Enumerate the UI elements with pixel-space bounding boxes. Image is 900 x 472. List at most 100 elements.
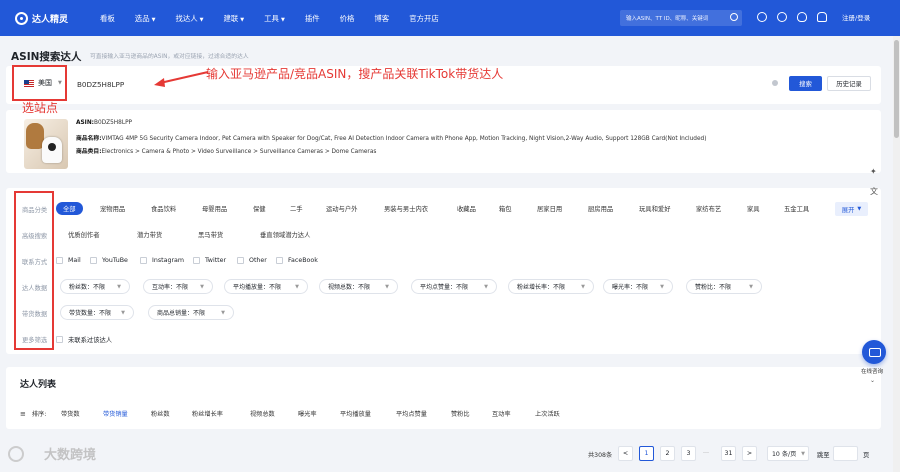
- expand-button[interactable]: 展开 ▼: [835, 202, 868, 216]
- bell-icon[interactable]: [817, 12, 827, 22]
- category-chip[interactable]: 食品饮料: [151, 202, 176, 215]
- pager-page-button[interactable]: 3: [681, 446, 696, 461]
- annotation-arrow: [154, 71, 209, 87]
- filter-select-followers[interactable]: 粉丝数：不限 ▼: [60, 279, 130, 294]
- annotation-asin-hint: 输入亚马逊产品/竞品ASIN，搜产品关联TikTok带货达人: [206, 67, 504, 81]
- chevron-down-icon: ▼: [484, 283, 488, 290]
- pager-ellipsis[interactable]: ···: [703, 450, 709, 457]
- category-chip[interactable]: 男装与男士内衣: [384, 202, 428, 215]
- filter-select-like-ratio[interactable]: 赞粉比：不限 ▼: [686, 279, 762, 294]
- category-chip[interactable]: 母婴用品: [202, 202, 227, 215]
- sort-option[interactable]: 曝光率: [298, 409, 317, 418]
- page-scrollbar[interactable]: [893, 36, 900, 472]
- translate-icon[interactable]: 文: [870, 186, 878, 197]
- nav-item-outreach[interactable]: 建联 ▼: [224, 13, 245, 24]
- nav-item-tools[interactable]: 工具 ▼: [264, 13, 285, 24]
- category-chip[interactable]: 箱包: [499, 202, 512, 215]
- filter-select-videos[interactable]: 视频总数：不限 ▼: [319, 279, 398, 294]
- category-chip[interactable]: 宠物用品: [100, 202, 125, 215]
- category-chip[interactable]: 五金工具: [784, 202, 809, 215]
- filter-select-avg-likes[interactable]: 平均点赞量：不限 ▼: [411, 279, 497, 294]
- sort-option[interactable]: 互动率: [492, 409, 511, 418]
- contact-checkbox-other[interactable]: Other: [237, 257, 267, 264]
- asin-input[interactable]: B0DZ5H8LPP: [77, 80, 124, 89]
- nav-item-find-creators[interactable]: 找达人 ▼: [175, 13, 203, 24]
- sort-option[interactable]: 粉丝数: [151, 409, 170, 418]
- sparkle-icon[interactable]: ✦: [870, 167, 877, 176]
- checkbox-box[interactable]: [90, 257, 97, 264]
- nav-search-input[interactable]: 输入ASIN、TT ID、昵称、关键词: [620, 10, 742, 26]
- advanced-option[interactable]: 潜力带货: [137, 228, 162, 241]
- nav-item-products[interactable]: 选品 ▼: [135, 13, 156, 24]
- nav-item-plugin[interactable]: 插件: [305, 13, 320, 24]
- contact-checkbox-twitter[interactable]: Twitter: [193, 257, 226, 264]
- category-chip[interactable]: 家纺布艺: [696, 202, 721, 215]
- checkbox-box[interactable]: [140, 257, 147, 264]
- online-consult-label[interactable]: 在线咨询: [861, 367, 883, 375]
- lightbulb-icon[interactable]: [797, 12, 807, 22]
- globe-icon[interactable]: [757, 12, 767, 22]
- sort-option-active[interactable]: 带货销量: [103, 409, 128, 418]
- pager-prev-button[interactable]: <: [618, 446, 633, 461]
- filter-select-engagement[interactable]: 互动率：不限 ▼: [143, 279, 213, 294]
- filter-select-follower-growth[interactable]: 粉丝增长率：不限 ▼: [508, 279, 594, 294]
- category-chip[interactable]: 二手: [290, 202, 303, 215]
- clear-icon[interactable]: [772, 80, 778, 86]
- history-button[interactable]: 历史记录: [827, 76, 871, 91]
- sort-option[interactable]: 带货数: [61, 409, 80, 418]
- login-link[interactable]: 注册/登录: [842, 12, 870, 22]
- pager-page-button[interactable]: 1: [639, 446, 654, 461]
- filter-label-contact: 联系方式: [22, 259, 48, 266]
- checkbox-box[interactable]: [56, 336, 63, 343]
- pager-last-button[interactable]: 31: [721, 446, 736, 461]
- headset-icon[interactable]: [777, 12, 787, 22]
- brand-logo[interactable]: 达人精灵: [15, 11, 80, 25]
- search-button[interactable]: 搜索: [789, 76, 822, 91]
- site-selector[interactable]: 美国 ▼: [12, 65, 67, 101]
- contact-checkbox-youtube[interactable]: YouTuBe: [90, 257, 128, 264]
- nav-item-open-store[interactable]: 官方开店: [409, 13, 439, 24]
- checkbox-box[interactable]: [56, 257, 63, 264]
- filter-label-creator-data: 达人数据: [22, 285, 48, 292]
- filter-select-sales-count[interactable]: 带货数量：不限 ▼: [60, 305, 134, 320]
- sort-option[interactable]: 赞粉比: [451, 409, 470, 418]
- nav-item-pricing[interactable]: 价格: [340, 13, 355, 24]
- nav-item-dashboard[interactable]: 看板: [100, 13, 115, 24]
- chevron-down-icon[interactable]: ⌄: [870, 377, 875, 384]
- category-chip[interactable]: 厨房用品: [588, 202, 613, 215]
- filter-select-total-sales[interactable]: 商品总销量：不限 ▼: [148, 305, 234, 320]
- sort-option[interactable]: 视频总数: [250, 409, 275, 418]
- sort-option[interactable]: 平均点赞量: [396, 409, 427, 418]
- scrollbar-thumb[interactable]: [894, 40, 899, 138]
- nav-item-blog[interactable]: 博客: [374, 13, 389, 24]
- contact-checkbox-facebook[interactable]: FaceBook: [276, 257, 318, 264]
- filter-checkbox-not-contacted[interactable]: 未联系过该达人: [56, 335, 112, 344]
- checkbox-box[interactable]: [237, 257, 244, 264]
- sort-option[interactable]: 粉丝增长率: [192, 409, 223, 418]
- jump-page-input[interactable]: [833, 446, 858, 461]
- pager-page-button[interactable]: 2: [660, 446, 675, 461]
- contact-checkbox-instagram[interactable]: Instagram: [140, 257, 184, 264]
- category-chip[interactable]: 居家日用: [537, 202, 562, 215]
- page-size-select[interactable]: 10 条/页 ▼: [767, 446, 809, 461]
- advanced-option[interactable]: 垂直领域潜力达人: [260, 228, 310, 241]
- product-asin-row: ASIN:B0DZ5H8LPP: [76, 120, 133, 126]
- category-chip-all[interactable]: 全部: [56, 202, 83, 215]
- checkbox-box[interactable]: [193, 257, 200, 264]
- pager-next-button[interactable]: >: [742, 446, 757, 461]
- category-chip[interactable]: 收藏品: [457, 202, 476, 215]
- filter-select-exposure[interactable]: 曝光率：不限 ▼: [603, 279, 673, 294]
- checkbox-box[interactable]: [276, 257, 283, 264]
- advanced-option[interactable]: 优质创作者: [68, 228, 99, 241]
- sort-option[interactable]: 上次活跃: [535, 409, 560, 418]
- sort-option[interactable]: 平均播放量: [340, 409, 371, 418]
- online-consult-button[interactable]: [862, 340, 886, 364]
- advanced-option[interactable]: 黑马带货: [198, 228, 223, 241]
- category-chip[interactable]: 运动与户外: [326, 202, 357, 215]
- category-chip[interactable]: 家具: [747, 202, 760, 215]
- search-icon[interactable]: [730, 13, 738, 21]
- filter-select-avg-views[interactable]: 平均播放量：不限 ▼: [224, 279, 308, 294]
- contact-checkbox-mail[interactable]: Mail: [56, 257, 81, 264]
- category-chip[interactable]: 保健: [253, 202, 266, 215]
- category-chip[interactable]: 玩具和爱好: [639, 202, 670, 215]
